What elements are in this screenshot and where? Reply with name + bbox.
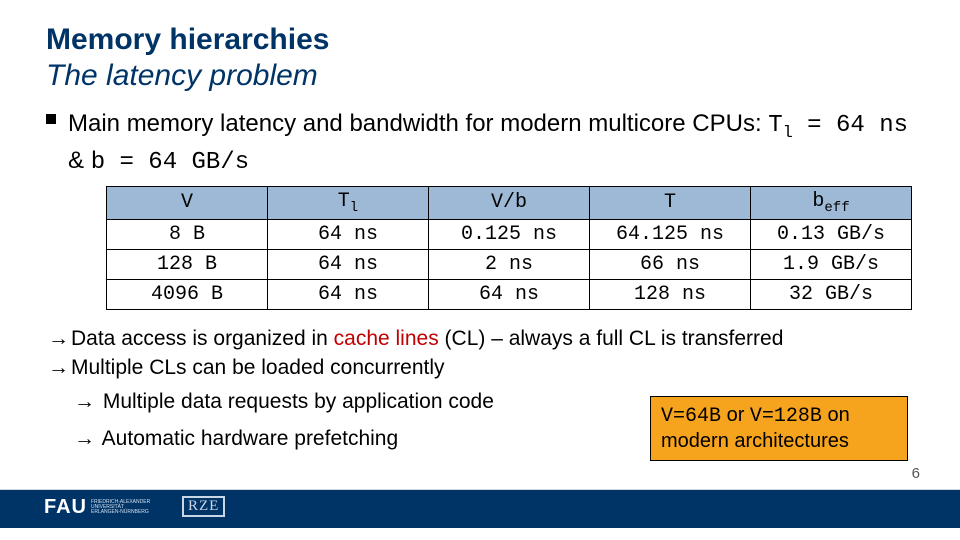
bullet-pre: Main memory latency and bandwidth for mo… <box>68 110 768 137</box>
sub2: Automatic hardware prefetching <box>97 427 398 450</box>
cell: 2 ns <box>429 249 590 279</box>
square-bullet-icon <box>46 114 56 124</box>
arrow-icon: → <box>48 356 69 379</box>
note-line-1: →Data access is organized in cache lines… <box>46 324 914 353</box>
cell: 64 ns <box>268 249 429 279</box>
bullet-main: Main memory latency and bandwidth for mo… <box>46 108 914 178</box>
cell: 8 B <box>107 219 268 249</box>
callout-box: V=64B or V=128B on modern architectures <box>650 396 908 461</box>
note1b-red: cache lines <box>334 327 439 350</box>
cell: 128 ns <box>590 279 751 309</box>
arrow-icon: → <box>48 327 69 350</box>
table-header-row: V Tl V/b T beff <box>107 186 912 219</box>
table-row: 4096 B 64 ns 64 ns 128 ns 32 GB/s <box>107 279 912 309</box>
arrow-icon: → <box>74 390 95 413</box>
eq2: = 64 GB/s <box>105 149 249 176</box>
page-number: 6 <box>912 465 920 482</box>
eq1: = 64 ns <box>793 112 908 139</box>
tl-sub: l <box>783 124 793 143</box>
title-line-1: Memory hierarchies <box>46 22 914 58</box>
cell: 64 ns <box>429 279 590 309</box>
eq2-lhs: b <box>91 149 105 176</box>
cell: 0.13 GB/s <box>751 219 912 249</box>
note2: Multiple CLs can be loaded concurrently <box>71 356 445 379</box>
sub1: Multiple data requests by application co… <box>97 390 494 413</box>
fau-logo-sub: FRIEDRICH-ALEXANDER UNIVERSITÄT ERLANGEN… <box>91 500 150 516</box>
cell: 1.9 GB/s <box>751 249 912 279</box>
cell: 128 B <box>107 249 268 279</box>
callout-b: V=128B <box>750 405 822 428</box>
title-line-2: The latency problem <box>46 58 914 94</box>
fau-logo-text: FAU <box>44 496 87 519</box>
cell: 64.125 ns <box>590 219 751 249</box>
note-line-2: →Multiple CLs can be loaded concurrently <box>46 353 914 382</box>
note1c: (CL) – always a full CL is transferred <box>439 327 784 350</box>
cell: 64 ns <box>268 219 429 249</box>
callout-or: or <box>721 404 750 426</box>
cell: 32 GB/s <box>751 279 912 309</box>
col-beff: beff <box>751 186 912 219</box>
tl-label: T <box>768 112 782 139</box>
table-row: 128 B 64 ns 2 ns 66 ns 1.9 GB/s <box>107 249 912 279</box>
slide: Memory hierarchies The latency problem M… <box>0 0 960 540</box>
bullet-main-text: Main memory latency and bandwidth for mo… <box>68 110 908 174</box>
col-Tl: Tl <box>268 186 429 219</box>
arrow-icon: → <box>74 427 95 450</box>
col-T: T <box>590 186 751 219</box>
table-row: 8 B 64 ns 0.125 ns 64.125 ns 0.13 GB/s <box>107 219 912 249</box>
slide-title: Memory hierarchies The latency problem <box>46 22 914 94</box>
col-V: V <box>107 186 268 219</box>
fau-logo: FAU FRIEDRICH-ALEXANDER UNIVERSITÄT ERLA… <box>44 496 150 519</box>
cell: 4096 B <box>107 279 268 309</box>
footer-bar: FAU FRIEDRICH-ALEXANDER UNIVERSITÄT ERLA… <box>0 490 960 528</box>
amp: & <box>68 147 91 174</box>
note1a: Data access is organized in <box>71 327 334 350</box>
latency-table: V Tl V/b T beff 8 B 64 ns 0.125 ns 64.12… <box>106 186 912 310</box>
col-Vb: V/b <box>429 186 590 219</box>
cell: 66 ns <box>590 249 751 279</box>
rrze-logo: RZE <box>182 496 225 517</box>
cell: 64 ns <box>268 279 429 309</box>
callout-a: V=64B <box>661 405 721 428</box>
cell: 0.125 ns <box>429 219 590 249</box>
